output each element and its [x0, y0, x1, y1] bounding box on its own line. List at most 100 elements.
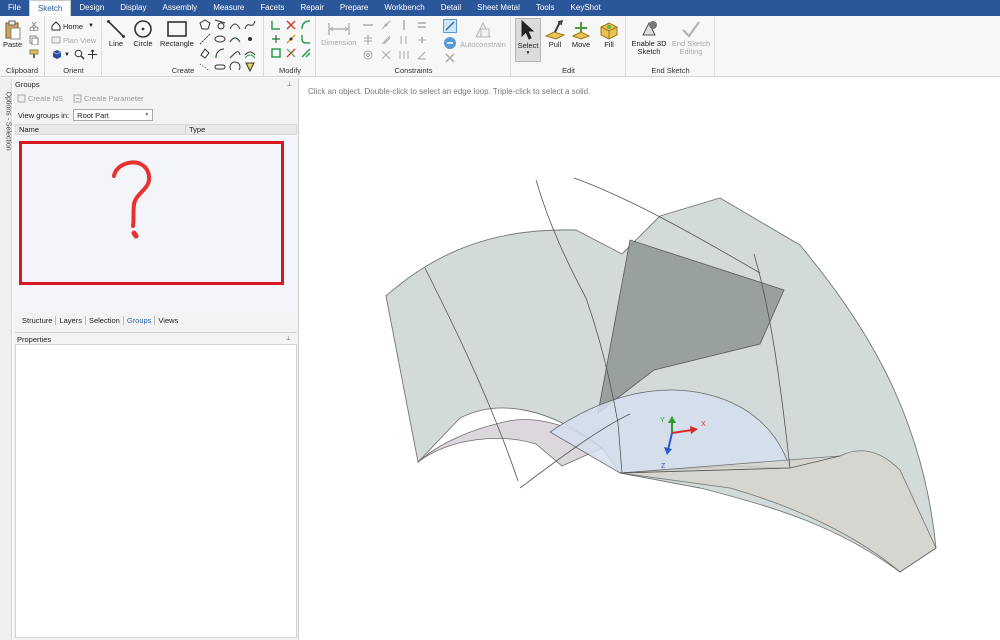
clipboard-group: Paste Clipboard: [0, 16, 45, 77]
axis-z-label: Z: [661, 463, 666, 470]
vertical-constraint-icon[interactable]: [398, 19, 410, 31]
design-viewport[interactable]: Click an object. Double-click to select …: [300, 78, 1000, 640]
modify-group: Modify: [265, 16, 316, 77]
fillet-icon[interactable]: [300, 33, 312, 45]
menu-file[interactable]: File: [0, 0, 29, 16]
menu-tools[interactable]: Tools: [528, 0, 563, 16]
home-dropdown-icon[interactable]: ▼: [88, 23, 94, 29]
pull-button[interactable]: Pull: [544, 20, 566, 49]
pan-icon[interactable]: [87, 49, 98, 60]
trim-icon[interactable]: [285, 19, 297, 31]
spline-icon[interactable]: [244, 19, 256, 31]
menu-keyshot[interactable]: KeyShot: [563, 0, 609, 16]
construction-line-icon[interactable]: [199, 33, 211, 45]
project-icon[interactable]: [300, 47, 312, 59]
perpendicular-constraint-icon[interactable]: [380, 34, 392, 46]
arc-icon[interactable]: [229, 19, 241, 31]
column-name-header[interactable]: Name: [16, 125, 186, 134]
horizontal-constraint-icon[interactable]: [362, 19, 374, 31]
constraints-label: Constraints: [394, 66, 433, 75]
constraint-tools-grid: [362, 19, 431, 61]
enable-3d-sketch-button[interactable]: Enable 3D Sketch: [630, 19, 668, 56]
show-constraints-icon[interactable]: [443, 19, 457, 33]
parallel-constraint-icon[interactable]: [362, 34, 374, 46]
bend-icon[interactable]: [300, 19, 312, 31]
tab-views[interactable]: Views: [155, 316, 181, 325]
midpoint-constraint-icon[interactable]: [416, 34, 428, 46]
end-sketch-editing-button[interactable]: End Sketch Editing: [670, 19, 712, 56]
copy-icon[interactable]: [29, 35, 39, 45]
polygon-icon[interactable]: [199, 19, 211, 31]
view-groups-select[interactable]: Root Part ▼: [73, 109, 154, 121]
menu-assembly[interactable]: Assembly: [155, 0, 206, 16]
plan-view-button[interactable]: Plan View: [51, 35, 96, 45]
select-dropdown-icon[interactable]: ▼: [526, 50, 531, 56]
split-icon[interactable]: [285, 33, 297, 45]
properties-panel[interactable]: [15, 344, 297, 638]
orient-group: Home ▼ Plan View ▼ Orient: [46, 16, 102, 77]
options-selection-tab[interactable]: Options - Selection: [5, 92, 12, 152]
constraint-display-icon[interactable]: [443, 36, 457, 50]
paste-button[interactable]: Paste: [3, 20, 22, 49]
orient-tools: ▼: [51, 49, 98, 60]
concentric-constraint-icon[interactable]: [362, 49, 374, 61]
extend-icon[interactable]: [270, 33, 282, 45]
fix-constraint-icon[interactable]: [380, 49, 392, 61]
menu-measure[interactable]: Measure: [205, 0, 252, 16]
column-type-header[interactable]: Type: [186, 125, 205, 134]
menu-sketch[interactable]: Sketch: [28, 0, 72, 16]
circle-button[interactable]: Circle: [133, 19, 153, 48]
menu-repair[interactable]: Repair: [292, 0, 332, 16]
zoom-icon[interactable]: [74, 49, 85, 60]
properties-pin-icon[interactable]: ⊥: [286, 335, 291, 342]
tangent-arc-icon[interactable]: [229, 47, 241, 59]
mirror-icon[interactable]: [285, 47, 297, 59]
select-button[interactable]: Select ▼: [515, 18, 541, 62]
ellipse-icon[interactable]: [214, 33, 226, 45]
tab-layers[interactable]: Layers: [56, 316, 86, 325]
menu-detail[interactable]: Detail: [433, 0, 469, 16]
create-parameter-button[interactable]: Create Parameter: [73, 94, 144, 103]
tab-structure[interactable]: Structure: [19, 316, 57, 325]
menu-prepare[interactable]: Prepare: [332, 0, 376, 16]
properties-header: Properties ⊥: [15, 332, 297, 344]
point-icon[interactable]: [244, 33, 256, 45]
menu-facets[interactable]: Facets: [252, 0, 292, 16]
pin-icon[interactable]: ⊥: [287, 81, 292, 88]
groups-list[interactable]: [15, 135, 297, 311]
menu-workbench[interactable]: Workbench: [376, 0, 432, 16]
offset-curve-icon[interactable]: [244, 47, 256, 59]
tangent-constraint-icon[interactable]: [398, 34, 410, 46]
delete-constraint-icon[interactable]: [444, 52, 456, 64]
sweep-arc-icon[interactable]: [214, 47, 226, 59]
equal-constraint-icon[interactable]: [416, 19, 428, 31]
create-ns-button[interactable]: Create NS: [17, 94, 63, 103]
tangent-line-icon[interactable]: [214, 19, 226, 31]
format-painter-icon[interactable]: [29, 49, 39, 59]
symmetric-constraint-icon[interactable]: [398, 49, 410, 61]
rectangle-icon: [167, 21, 187, 37]
rectangle-button[interactable]: Rectangle: [160, 19, 194, 48]
menu-display[interactable]: Display: [112, 0, 154, 16]
3d-part-model[interactable]: Y X Z: [300, 78, 1000, 640]
corner-icon[interactable]: [270, 19, 282, 31]
view-cube-icon[interactable]: [51, 49, 62, 60]
view-dropdown-icon[interactable]: ▼: [64, 52, 70, 58]
scale-icon[interactable]: [270, 47, 282, 59]
line-button[interactable]: Line: [106, 19, 126, 48]
tab-selection[interactable]: Selection: [86, 316, 124, 325]
coincident-constraint-icon[interactable]: [380, 19, 392, 31]
menu-sheet-metal[interactable]: Sheet Metal: [469, 0, 528, 16]
home-button[interactable]: Home ▼: [51, 21, 94, 31]
move-button[interactable]: Move: [570, 20, 592, 49]
tab-groups[interactable]: Groups: [124, 316, 156, 325]
dimension-button[interactable]: Dimension: [321, 20, 356, 47]
angle-constraint-icon[interactable]: [416, 49, 428, 61]
menu-design[interactable]: Design: [71, 0, 112, 16]
three-point-rectangle-icon[interactable]: [199, 47, 211, 59]
three-point-arc-icon[interactable]: [229, 33, 241, 45]
fill-button[interactable]: Fill: [598, 20, 620, 49]
autoconstrain-button[interactable]: Autoconstrain: [460, 20, 506, 49]
select-chevron-icon: ▼: [144, 112, 150, 118]
cut-icon[interactable]: [29, 21, 39, 31]
